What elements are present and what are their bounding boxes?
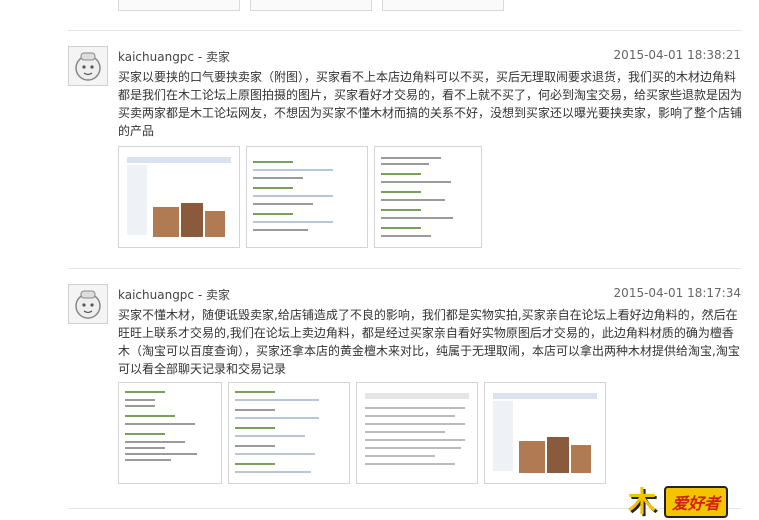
post-image[interactable] (374, 146, 482, 248)
avatar[interactable] (68, 46, 108, 86)
post-timestamp: 2015-04-01 18:38:21 (613, 48, 741, 62)
avatar-face-icon (75, 52, 101, 81)
post-image[interactable] (484, 382, 606, 484)
post-text: 买家不懂木材，随便诋毁卖家,给店铺造成了不良的影响，我们都是实物实拍,买家亲自在… (118, 308, 740, 376)
post-timestamp: 2015-04-01 18:17:34 (613, 286, 741, 300)
previous-thumb-3[interactable] (382, 0, 504, 11)
post-image[interactable] (246, 146, 368, 248)
divider (68, 30, 741, 31)
post-image[interactable] (118, 382, 222, 484)
post-image-gallery (118, 382, 606, 484)
post-image[interactable] (228, 382, 350, 484)
previous-thumb-1[interactable] (118, 0, 240, 11)
post-image[interactable] (118, 146, 240, 248)
post-image[interactable] (356, 382, 478, 484)
post-username[interactable]: kaichuangpc - 卖家 (118, 286, 230, 303)
watermark-glyph: 木 (628, 485, 657, 518)
previous-thumb-2[interactable] (250, 0, 372, 11)
avatar[interactable] (68, 284, 108, 324)
site-watermark-logo: 木 爱好者 (628, 480, 750, 518)
divider (68, 268, 741, 269)
post-image-gallery (118, 146, 482, 248)
post-text: 买家以要挟的口气要挟卖家（附图），买家看不上本店边角料可以不买，买后无理取闹要求… (118, 70, 743, 138)
avatar-face-icon (75, 290, 101, 319)
post-username[interactable]: kaichuangpc - 卖家 (118, 48, 230, 65)
watermark-text: 爱好者 (664, 486, 729, 518)
previous-post-thumbnails (118, 0, 504, 11)
